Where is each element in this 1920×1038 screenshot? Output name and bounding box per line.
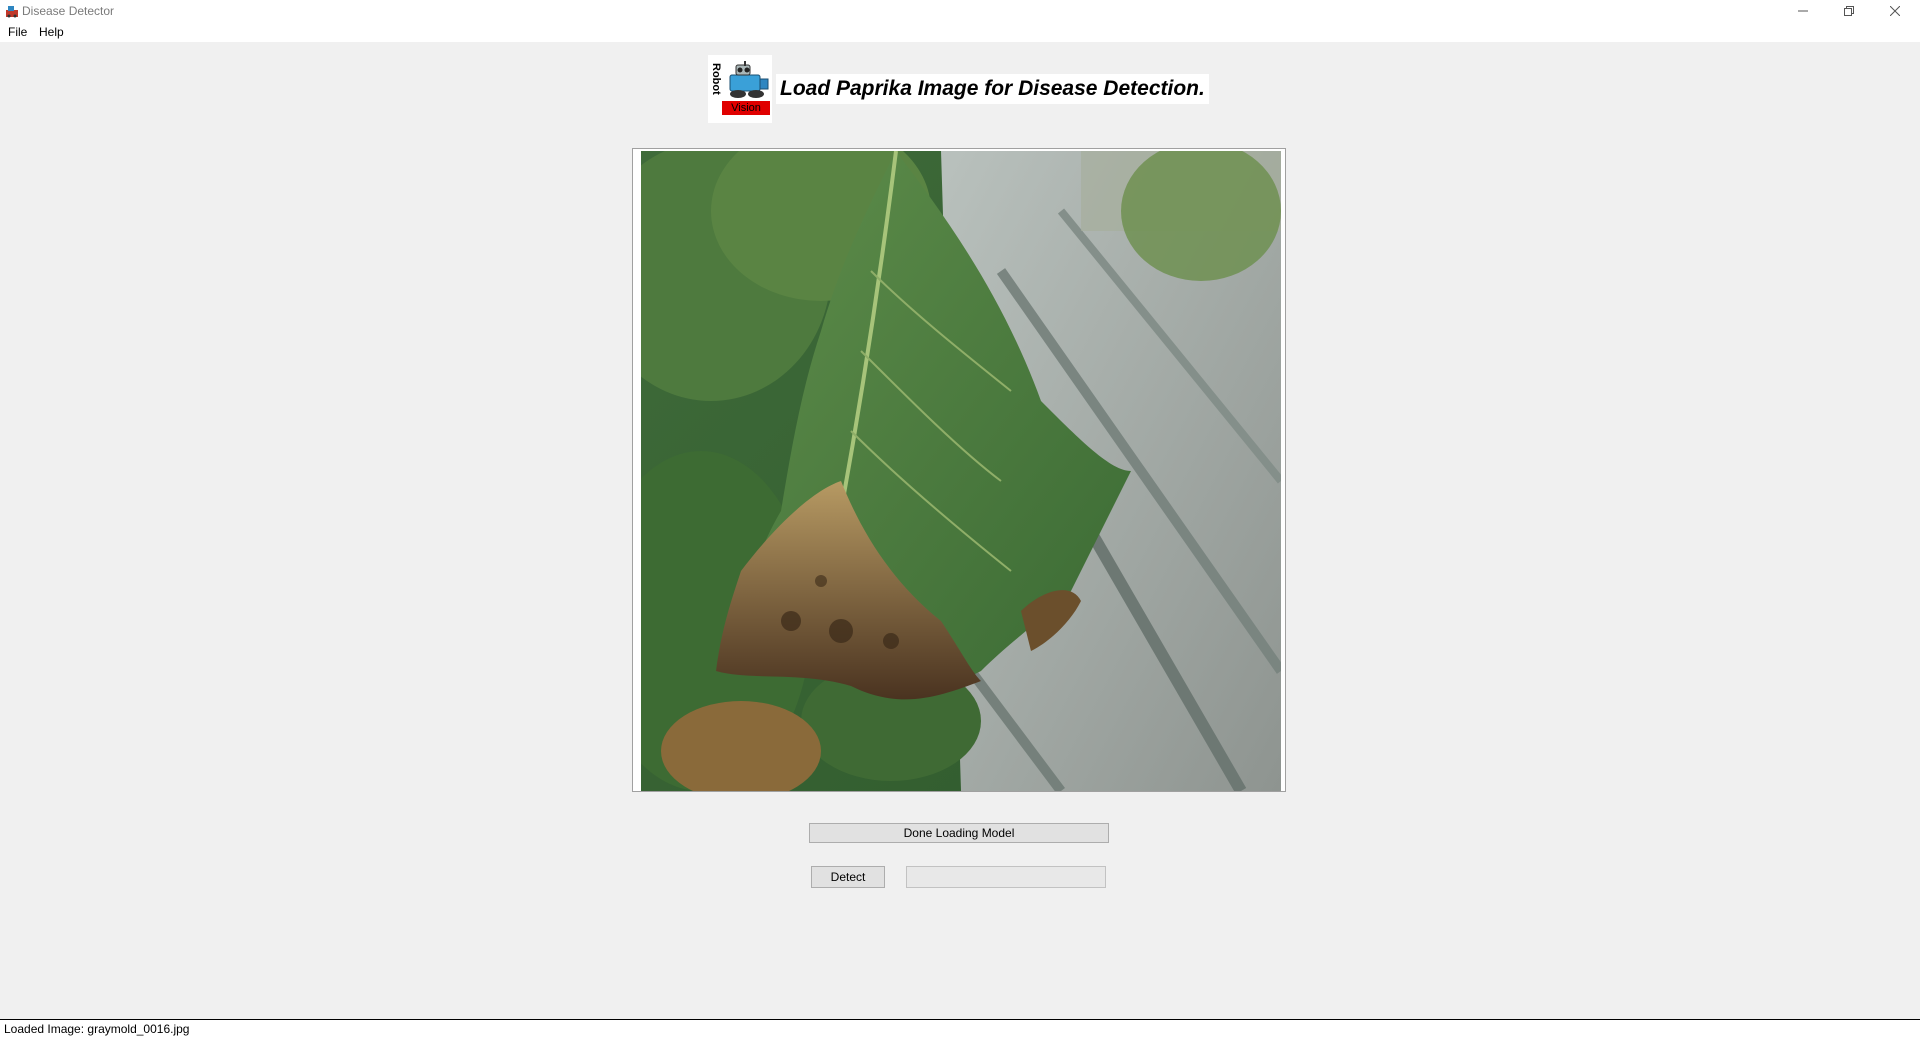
title-bar: Disease Detector (0, 0, 1920, 22)
leaf-photo (641, 151, 1281, 791)
app-window: Disease Detector File Help Robot Vision … (0, 0, 1920, 1038)
image-panel (632, 148, 1286, 792)
robot-vision-logo: Robot Vision (708, 55, 772, 123)
minimize-icon (1798, 10, 1808, 12)
detection-result-field (906, 866, 1106, 888)
app-icon (5, 4, 19, 18)
robot-icon (729, 61, 769, 98)
restore-icon (1844, 6, 1854, 16)
window-title: Disease Detector (22, 4, 115, 18)
detect-button[interactable]: Detect (811, 866, 885, 888)
menu-file[interactable]: File (6, 25, 29, 39)
close-icon (1890, 6, 1900, 16)
leaf-image (641, 151, 1281, 791)
page-title: Load Paprika Image for Disease Detection… (776, 74, 1209, 104)
model-status-field: Done Loading Model (809, 823, 1109, 843)
menu-help[interactable]: Help (37, 25, 66, 39)
status-bar: Loaded Image: graymold_0016.jpg (0, 1019, 1920, 1038)
close-button[interactable] (1872, 0, 1918, 22)
menu-bar: File Help (0, 22, 1920, 43)
logo-robot-text: Robot (710, 63, 722, 95)
logo-vision-banner: Vision (722, 101, 770, 115)
minimize-button[interactable] (1780, 0, 1826, 22)
restore-button[interactable] (1826, 0, 1872, 22)
status-bar-text: Loaded Image: graymold_0016.jpg (4, 1022, 190, 1036)
